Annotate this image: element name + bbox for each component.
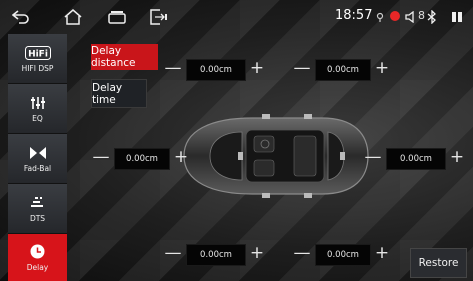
tab-delay-distance[interactable]: Delay distance: [91, 44, 158, 70]
rear-left-delay-control: — 0.00cm +: [163, 242, 267, 266]
recent-apps-icon[interactable]: [106, 7, 128, 27]
decrease-button[interactable]: —: [163, 242, 183, 266]
front-left-delay-value: 0.00cm: [186, 59, 246, 81]
volume-icon: [404, 7, 418, 27]
sidebar-item-eq[interactable]: EQ: [8, 84, 67, 134]
increase-button[interactable]: +: [247, 242, 267, 266]
center-right-delay-control: — 0.00cm +: [363, 146, 468, 170]
sidebar-item-label: EQ: [32, 113, 43, 123]
home-icon[interactable]: [62, 7, 84, 27]
sidebar-item-label: DTS: [29, 213, 46, 223]
sidebar: HiFi HIFI DSP EQ Fad-Bal DTS Delay: [8, 34, 67, 281]
sidebar-item-label: Delay: [26, 262, 49, 272]
status-bar: 18:57 8: [0, 0, 473, 34]
increase-button[interactable]: +: [447, 146, 467, 170]
decrease-button[interactable]: —: [163, 57, 183, 81]
front-right-delay-control: — 0.00cm +: [292, 57, 396, 81]
bluetooth-count: 8: [418, 9, 425, 22]
sidebar-item-label: HIFI DSP: [21, 63, 54, 73]
decrease-button[interactable]: —: [292, 242, 312, 266]
decrease-button[interactable]: —: [363, 146, 383, 170]
hifi-icon: HiFi: [24, 45, 51, 61]
sidebar-item-delay[interactable]: Delay: [8, 234, 67, 281]
decrease-button[interactable]: —: [292, 57, 312, 81]
center-left-delay-value: 0.00cm: [114, 148, 170, 170]
increase-button[interactable]: +: [171, 146, 191, 170]
split-screen-icon[interactable]: [148, 7, 170, 27]
center-left-delay-control: — 0.00cm +: [91, 146, 193, 170]
rear-right-delay-control: — 0.00cm +: [292, 242, 396, 266]
svg-text:HiFi: HiFi: [28, 49, 48, 59]
back-icon[interactable]: [10, 7, 32, 27]
sidebar-item-dts[interactable]: DTS: [8, 184, 67, 234]
record-dot-icon: [390, 11, 400, 21]
sidebar-item-label: Fad-Bal: [23, 163, 52, 173]
delay-settings-screen: 18:57 8 HiFi HIFI DSP EQ Fad-Bal DTS Del…: [0, 0, 473, 281]
front-right-delay-value: 0.00cm: [315, 59, 371, 81]
restore-button[interactable]: Restore: [410, 248, 467, 278]
increase-button[interactable]: +: [372, 57, 392, 81]
sidebar-item-fad-bal[interactable]: Fad-Bal: [8, 134, 67, 184]
increase-button[interactable]: +: [247, 57, 267, 81]
equalizer-icon: [30, 95, 46, 111]
center-right-delay-value: 0.00cm: [386, 148, 446, 170]
sidebar-item-hifi-dsp[interactable]: HiFi HIFI DSP: [8, 34, 67, 84]
tab-delay-time[interactable]: Delay time: [91, 79, 147, 108]
car-top-view-image: [183, 114, 369, 198]
battery-icon: [450, 7, 464, 27]
fader-balance-icon: [29, 145, 47, 161]
rear-left-delay-value: 0.00cm: [186, 244, 246, 266]
rear-right-delay-value: 0.00cm: [315, 244, 371, 266]
dts-icon: [30, 195, 46, 211]
bluetooth-icon: [426, 7, 438, 27]
decrease-button[interactable]: —: [91, 146, 111, 170]
clock-time: 18:57: [335, 8, 373, 23]
location-icon: [375, 7, 385, 27]
increase-button[interactable]: +: [372, 242, 392, 266]
clock-icon: [30, 244, 45, 260]
front-left-delay-control: — 0.00cm +: [163, 57, 267, 81]
